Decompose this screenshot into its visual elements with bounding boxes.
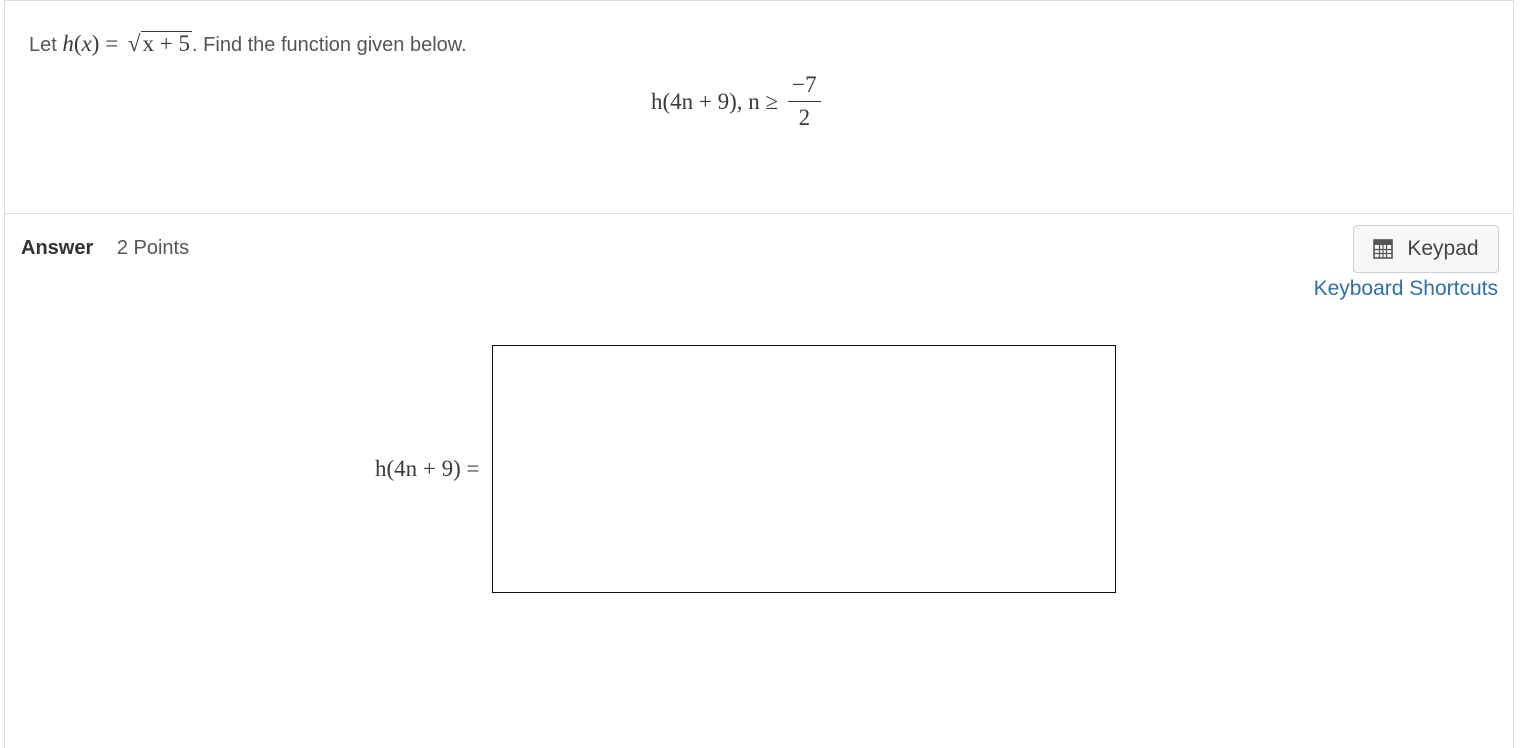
condition-fraction: −7 2 — [788, 71, 821, 132]
prompt-prefix: Let — [29, 34, 57, 56]
points-label: 2 Points — [116, 237, 190, 259]
square-root: √x + 5 — [127, 31, 193, 56]
answer-lhs: h(4n + 9) = — [375, 456, 480, 481]
keypad-button[interactable]: Keypad — [1353, 225, 1499, 273]
function-definition: h(x) = √x + 5 — [62, 31, 193, 56]
answer-row: h(4n + 9) = — [375, 345, 1116, 593]
display-expression: h(4n + 9), n ≥ — [651, 88, 779, 114]
answer-label: Answer — [21, 237, 94, 259]
question-prompt: Let h(x) = √x + 5. Find the function giv… — [29, 29, 467, 60]
answer-header: Answer 2 Points — [21, 237, 189, 260]
display-equation: h(4n + 9), n ≥ −7 2 — [651, 71, 821, 132]
fraction-denominator: 2 — [798, 105, 811, 130]
keyboard-shortcuts-link[interactable]: Keyboard Shortcuts — [1314, 277, 1498, 301]
question-panel: Let h(x) = √x + 5. Find the function giv… — [5, 1, 1513, 214]
fraction-numerator: −7 — [788, 71, 821, 102]
answer-input[interactable] — [491, 345, 1116, 593]
keypad-label: Keypad — [1407, 237, 1479, 260]
calculator-icon — [1373, 239, 1394, 259]
prompt-suffix: Find the function given below. — [203, 34, 467, 56]
question-frame: Let h(x) = √x + 5. Find the function giv… — [4, 0, 1514, 748]
